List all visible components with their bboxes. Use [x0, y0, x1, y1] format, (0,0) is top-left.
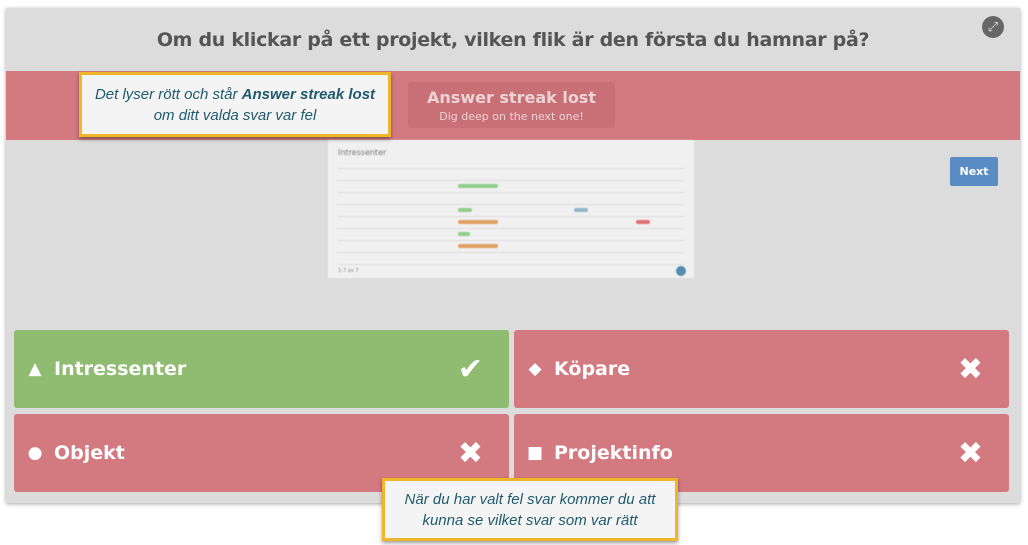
answer-label: Projektinfo — [554, 442, 673, 464]
close-icon: ✖ — [957, 351, 983, 387]
triangle-icon: ▲ — [28, 359, 42, 379]
answer-label: Intressenter — [54, 358, 187, 380]
circle-icon: ● — [27, 443, 43, 463]
check-icon: ✔ — [457, 351, 483, 387]
answer-kopare[interactable]: ◆ Köpare ✖ — [514, 330, 1009, 408]
diamond-icon: ◆ — [528, 359, 542, 379]
callout-text: När du har valt fel svar kommer du att k… — [404, 490, 656, 529]
fullscreen-icon[interactable]: ⤢ — [982, 16, 1004, 38]
answer-intressenter[interactable]: ▲ Intressenter ✔ — [14, 330, 509, 408]
streak-subtitle: Dig deep on the next one! — [439, 110, 584, 123]
streak-title: Answer streak lost — [427, 88, 596, 107]
question-image: Intressenter 1-7 av 7 — [328, 140, 694, 278]
callout-bold: Answer streak lost — [241, 85, 376, 103]
square-icon: ■ — [526, 443, 544, 463]
answer-label: Objekt — [54, 442, 125, 464]
preview-pagination: 1-7 av 7 — [338, 268, 359, 274]
question-title: Om du klickar på ett projekt, vilken fli… — [156, 28, 870, 51]
next-button[interactable]: Next — [950, 157, 998, 186]
close-icon: ✖ — [957, 435, 983, 471]
preview-title: Intressenter — [338, 148, 387, 157]
callout-streak-lost: Det lyser rött och står Answer streak lo… — [79, 72, 391, 137]
callout-text: Det lyser rött och står — [94, 85, 242, 103]
callout-correct-answer: När du har valt fel svar kommer du att k… — [382, 478, 678, 541]
answer-label: Köpare — [554, 358, 631, 380]
callout-text: om ditt valda svar var fel — [153, 106, 317, 124]
close-icon: ✖ — [457, 435, 483, 471]
streak-box: Answer streak lost Dig deep on the next … — [408, 82, 615, 128]
